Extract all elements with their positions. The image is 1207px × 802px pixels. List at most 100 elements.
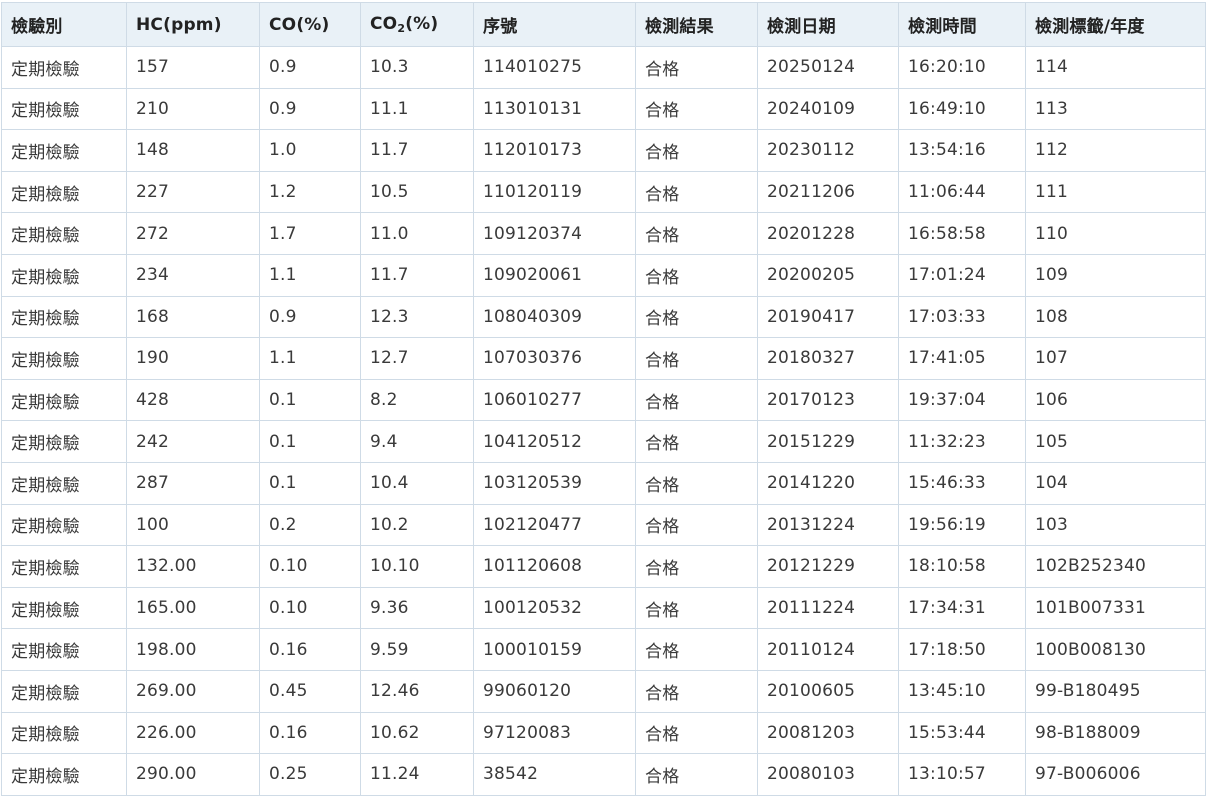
cell-hc: 210 xyxy=(126,87,260,131)
cell-serial: 100010159 xyxy=(473,628,636,671)
cell-date: 20080103 xyxy=(757,753,899,796)
cell-co: 0.25 xyxy=(259,753,361,796)
table-row: 定期檢驗 148 1.0 11.7 112010173 合格 20230112 13:54:1… xyxy=(1,129,1206,172)
cell-date: 20131224 xyxy=(757,503,899,547)
cell-tag-year: 109 xyxy=(1025,253,1206,297)
cell-serial: 113010131 xyxy=(473,87,636,131)
cell-inspection-type: 定期檢驗 xyxy=(1,337,127,380)
cell-co: 0.9 xyxy=(259,46,361,89)
cell-hc: 132.00 xyxy=(126,545,260,588)
cell-hc: 287 xyxy=(126,461,260,505)
cell-date: 20240109 xyxy=(757,87,899,131)
cell-tag-year: 114 xyxy=(1025,46,1206,89)
cell-tag-year: 112 xyxy=(1025,129,1206,172)
table-row: 定期檢驗 227 1.2 10.5 110120119 合格 20211206 11:06:4… xyxy=(1,170,1206,214)
table-row: 定期檢驗 157 0.9 10.3 114010275 合格 20250124 16:20:1… xyxy=(1,46,1206,89)
cell-result: 合格 xyxy=(635,295,758,339)
cell-result: 合格 xyxy=(635,586,758,630)
table-row: 定期檢驗 132.00 0.10 10.10 101120608 合格 20121229 18… xyxy=(1,545,1206,588)
cell-inspection-type: 定期檢驗 xyxy=(1,628,127,671)
cell-inspection-type: 定期檢驗 xyxy=(1,129,127,172)
cell-co2: 11.24 xyxy=(360,753,474,796)
cell-time: 17:18:50 xyxy=(898,628,1026,671)
table-row: 定期檢驗 168 0.9 12.3 108040309 合格 20190417 17:03:3… xyxy=(1,295,1206,339)
header-inspection-type: 檢驗別 xyxy=(1,2,127,47)
cell-date: 20180327 xyxy=(757,337,899,380)
cell-time: 19:56:19 xyxy=(898,503,1026,547)
cell-serial: 102120477 xyxy=(473,503,636,547)
inspection-history-table: 檢驗別 HC(ppm) CO(%) CO2(%) 序號 檢測結果 檢測日期 檢測… xyxy=(1,2,1206,796)
cell-result: 合格 xyxy=(635,46,758,89)
cell-result: 合格 xyxy=(635,420,758,463)
cell-co: 0.1 xyxy=(259,420,361,463)
cell-hc: 269.00 xyxy=(126,669,260,713)
cell-time: 11:06:44 xyxy=(898,170,1026,214)
cell-time: 17:01:24 xyxy=(898,253,1026,297)
table-row: 定期檢驗 198.00 0.16 9.59 100010159 合格 20110124 17:… xyxy=(1,628,1206,671)
cell-date: 20100605 xyxy=(757,669,899,713)
cell-co2: 9.36 xyxy=(360,586,474,630)
cell-inspection-type: 定期檢驗 xyxy=(1,669,127,713)
cell-co2: 10.10 xyxy=(360,545,474,588)
cell-co: 1.1 xyxy=(259,337,361,380)
cell-tag-year: 102B252340 xyxy=(1025,545,1206,588)
cell-co2: 10.62 xyxy=(360,711,474,755)
cell-tag-year: 113 xyxy=(1025,87,1206,131)
cell-result: 合格 xyxy=(635,378,758,422)
cell-inspection-type: 定期檢驗 xyxy=(1,212,127,255)
header-tag-year: 檢測標籤/年度 xyxy=(1025,2,1206,47)
cell-time: 18:10:58 xyxy=(898,545,1026,588)
cell-co: 0.16 xyxy=(259,711,361,755)
cell-result: 合格 xyxy=(635,212,758,255)
cell-tag-year: 111 xyxy=(1025,170,1206,214)
cell-serial: 114010275 xyxy=(473,46,636,89)
cell-serial: 97120083 xyxy=(473,711,636,755)
cell-inspection-type: 定期檢驗 xyxy=(1,46,127,89)
cell-co2: 9.4 xyxy=(360,420,474,463)
cell-inspection-type: 定期檢驗 xyxy=(1,295,127,339)
cell-co2: 10.4 xyxy=(360,461,474,505)
cell-hc: 242 xyxy=(126,420,260,463)
cell-tag-year: 105 xyxy=(1025,420,1206,463)
cell-tag-year: 103 xyxy=(1025,503,1206,547)
cell-inspection-type: 定期檢驗 xyxy=(1,461,127,505)
cell-co2: 10.5 xyxy=(360,170,474,214)
cell-serial: 100120532 xyxy=(473,586,636,630)
cell-tag-year: 106 xyxy=(1025,378,1206,422)
cell-result: 合格 xyxy=(635,129,758,172)
cell-time: 13:54:16 xyxy=(898,129,1026,172)
cell-tag-year: 99-B180495 xyxy=(1025,669,1206,713)
cell-co2: 11.1 xyxy=(360,87,474,131)
cell-tag-year: 101B007331 xyxy=(1025,586,1206,630)
cell-date: 20230112 xyxy=(757,129,899,172)
cell-co2: 10.3 xyxy=(360,46,474,89)
cell-date: 20081203 xyxy=(757,711,899,755)
cell-hc: 165.00 xyxy=(126,586,260,630)
cell-result: 合格 xyxy=(635,461,758,505)
header-row: 檢驗別 HC(ppm) CO(%) CO2(%) 序號 檢測結果 檢測日期 檢測… xyxy=(1,2,1206,47)
cell-co: 0.1 xyxy=(259,461,361,505)
cell-tag-year: 98-B188009 xyxy=(1025,711,1206,755)
cell-co2: 11.7 xyxy=(360,129,474,172)
cell-inspection-type: 定期檢驗 xyxy=(1,378,127,422)
cell-hc: 226.00 xyxy=(126,711,260,755)
cell-time: 13:45:10 xyxy=(898,669,1026,713)
cell-time: 15:46:33 xyxy=(898,461,1026,505)
cell-serial: 38542 xyxy=(473,753,636,796)
cell-co2: 11.0 xyxy=(360,212,474,255)
cell-inspection-type: 定期檢驗 xyxy=(1,586,127,630)
cell-co: 0.2 xyxy=(259,503,361,547)
header-co2-suffix: (%) xyxy=(405,14,439,34)
table-row: 定期檢驗 234 1.1 11.7 109020061 合格 20200205 17:01:2… xyxy=(1,253,1206,297)
cell-hc: 100 xyxy=(126,503,260,547)
cell-result: 合格 xyxy=(635,503,758,547)
cell-date: 20250124 xyxy=(757,46,899,89)
cell-date: 20111224 xyxy=(757,586,899,630)
cell-co: 1.7 xyxy=(259,212,361,255)
table-row: 定期檢驗 100 0.2 10.2 102120477 合格 20131224 19:56:1… xyxy=(1,503,1206,547)
table-row: 定期檢驗 269.00 0.45 12.46 99060120 合格 20100605 13:… xyxy=(1,669,1206,713)
cell-co2: 10.2 xyxy=(360,503,474,547)
cell-hc: 198.00 xyxy=(126,628,260,671)
cell-co: 0.9 xyxy=(259,295,361,339)
cell-serial: 109120374 xyxy=(473,212,636,255)
